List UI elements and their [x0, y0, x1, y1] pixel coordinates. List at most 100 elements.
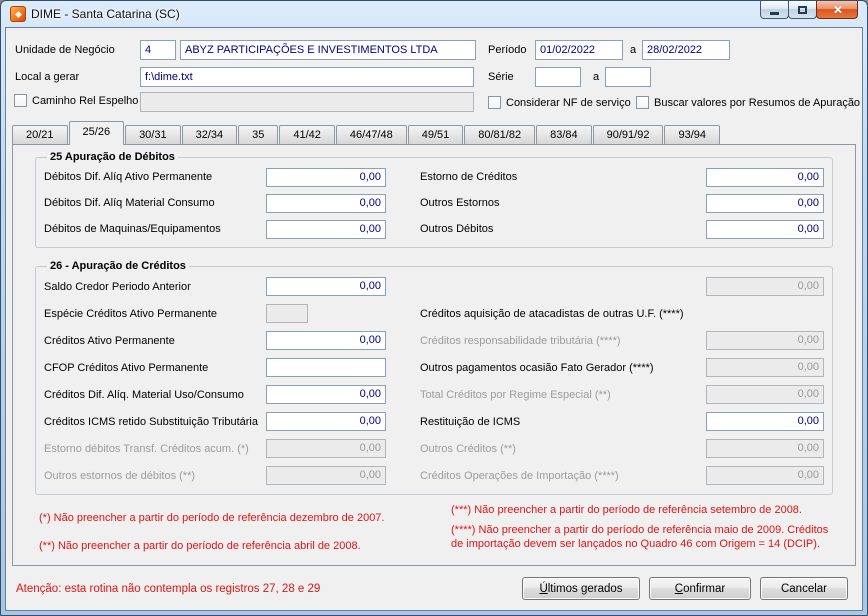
unidade-negocio-name-field[interactable]: ABYZ PARTICIPAÇÕES E INVESTIMENTOS LTDA	[180, 40, 476, 60]
field-row: Créditos Dif. Alíq. Material Uso/Consumo…	[44, 381, 824, 408]
amount-field[interactable]: 0,00	[266, 385, 386, 404]
field-label: Restituição de ICMS	[420, 415, 521, 428]
buscar-resumos-checkbox[interactable]: Buscar valores por Resumos de Apuração	[636, 96, 860, 109]
especie-field	[266, 304, 308, 323]
tab-35[interactable]: 35	[238, 125, 279, 144]
minimize-icon	[770, 11, 779, 15]
amount-field[interactable]: 0,00	[266, 412, 386, 431]
cancelar-button[interactable]: Cancelar	[760, 577, 848, 600]
field-label: Espécie Créditos Ativo Permanente	[44, 307, 218, 320]
ultimos-gerados-button[interactable]: Últimos gerados	[522, 577, 640, 600]
considerar-nf-servico-checkbox[interactable]: Considerar NF de serviço	[488, 96, 631, 109]
field-label: Créditos aquisição de atacadistas de out…	[420, 307, 684, 320]
amount-field[interactable]: 0,00	[706, 167, 824, 187]
dialog-window: DIME - Santa Catarina (SC) Unidade de Ne…	[0, 0, 868, 616]
amount-field[interactable]: 0,00	[706, 193, 824, 213]
tab-30-31[interactable]: 30/31	[125, 125, 181, 144]
tab-25-26[interactable]: 25/26	[68, 121, 125, 145]
quadro-25-title: 25 Apuração de Débitos	[50, 151, 175, 163]
amount-field[interactable]: 0,00	[706, 412, 824, 431]
periodo-start-field[interactable]: 01/02/2022	[535, 40, 623, 60]
unidade-negocio-label: Unidade de Negócio	[15, 44, 115, 56]
serie-end-field[interactable]	[605, 67, 651, 87]
field-row: Débitos Dif. Alíq Material Consumo 0,00 …	[44, 190, 824, 216]
tab-80-81-82[interactable]: 80/81/82	[464, 125, 536, 144]
amount-field[interactable]: 0,00	[266, 193, 386, 213]
serie-label: Série	[488, 71, 514, 83]
amount-field: 0,00	[706, 277, 824, 296]
cfop-field[interactable]	[266, 358, 386, 377]
amount-field: 0,00	[706, 331, 824, 350]
field-label: CFOP Créditos Ativo Permanente	[44, 361, 209, 374]
tab-90-91-92[interactable]: 90/91/92	[592, 125, 664, 144]
close-icon	[832, 4, 843, 15]
field-label: Créditos Operações de Importação (****)	[420, 469, 619, 482]
field-label: Créditos Ativo Permanente	[44, 334, 175, 347]
amount-field[interactable]: 0,00	[706, 219, 824, 239]
footnotes: (*) Não preencher a partir do período de…	[39, 503, 843, 553]
amount-field: 0,00	[266, 466, 386, 485]
window-controls	[760, 1, 858, 19]
dialog-client-area: Unidade de Negócio 4 ABYZ PARTICIPAÇÕES …	[5, 27, 863, 611]
field-row: Estorno débitos Transf. Créditos acum. (…	[44, 435, 824, 462]
tab-93-94[interactable]: 93/94	[664, 125, 720, 144]
footer-bar: Atenção: esta rotina não contempla os re…	[16, 577, 848, 600]
tab-32-34[interactable]: 32/34	[181, 125, 238, 144]
checkbox-label: Caminho Rel Espelho	[32, 94, 139, 107]
serie-start-field[interactable]	[535, 67, 581, 87]
field-row: Créditos ICMS retido Substituição Tribut…	[44, 408, 824, 435]
footnote: (*) Não preencher a partir do período de…	[39, 512, 385, 524]
field-label: Estorno débitos Transf. Créditos acum. (…	[44, 442, 249, 455]
confirmar-button[interactable]: Confirmar	[649, 577, 751, 600]
periodo-separator: a	[630, 44, 637, 56]
quadro-25-groupbox: 25 Apuração de Débitos Débitos Dif. Alíq…	[35, 151, 833, 248]
field-row: Débitos de Maquinas/Equipamentos 0,00 Ou…	[44, 216, 824, 242]
footnotes-right-column: (***) Não preencher a partir do período …	[451, 503, 843, 553]
amount-field[interactable]: 0,00	[266, 277, 386, 296]
field-label: Outros Débitos	[420, 223, 494, 235]
field-label: Débitos Dif. Alíq Ativo Permanente	[44, 171, 213, 183]
periodo-label: Período	[488, 44, 527, 56]
titlebar: DIME - Santa Catarina (SC)	[5, 1, 863, 27]
minimize-button[interactable]	[760, 1, 789, 19]
tab-49-51[interactable]: 49/51	[407, 125, 464, 144]
tab-bar: 20/21 25/26 30/31 32/34 35 41/42 46/47/4…	[6, 121, 862, 145]
field-label: Outros pagamentos ocasião Fato Gerador (…	[420, 361, 654, 374]
field-row: Outros estornos de débitos (**) 0,00 Cré…	[44, 462, 824, 489]
caminho-rel-espelho-checkbox[interactable]: Caminho Rel Espelho	[14, 94, 138, 107]
amount-field[interactable]: 0,00	[266, 331, 386, 350]
local-a-gerar-label: Local a gerar	[15, 71, 80, 83]
field-label: Outros Créditos (**)	[420, 442, 516, 455]
tab-46-47-48[interactable]: 46/47/48	[335, 125, 407, 144]
amount-field: 0,00	[266, 439, 386, 458]
field-label: Débitos Dif. Alíq Material Consumo	[44, 197, 215, 209]
unidade-negocio-code-field[interactable]: 4	[140, 40, 176, 60]
field-row: Créditos Ativo Permanente 0,00 Créditos …	[44, 327, 824, 354]
maximize-button[interactable]	[788, 1, 817, 19]
maximize-icon	[798, 5, 807, 14]
tab-83-84[interactable]: 83/84	[536, 125, 592, 144]
close-button[interactable]	[816, 1, 858, 19]
caminho-rel-espelho-field	[140, 92, 474, 112]
serie-separator: a	[593, 71, 600, 83]
field-label: Créditos responsabilidade tributária (**…	[420, 334, 621, 347]
checkbox-box	[14, 94, 27, 107]
periodo-end-field[interactable]: 28/02/2022	[642, 40, 730, 60]
checkbox-box	[488, 96, 501, 109]
amount-field[interactable]: 0,00	[266, 219, 386, 239]
window-title: DIME - Santa Catarina (SC)	[31, 7, 180, 21]
footnote: (**) Não preencher a partir do período d…	[39, 540, 361, 552]
field-label: Saldo Credor Periodo Anterior	[44, 280, 191, 293]
field-label: Créditos Dif. Alíq. Material Uso/Consumo	[44, 388, 244, 401]
field-label: Outros Estornos	[420, 197, 500, 209]
header-form: Unidade de Negócio 4 ABYZ PARTICIPAÇÕES …	[6, 28, 862, 121]
amount-field: 0,00	[706, 385, 824, 404]
amount-field[interactable]: 0,00	[266, 167, 386, 187]
attention-text: Atenção: esta rotina não contempla os re…	[16, 582, 321, 595]
local-a-gerar-field[interactable]: f:\dime.txt	[140, 67, 474, 87]
tab-20-21[interactable]: 20/21	[12, 125, 68, 144]
tab-41-42[interactable]: 41/42	[279, 125, 335, 144]
amount-field: 0,00	[706, 439, 824, 458]
field-row: Espécie Créditos Ativo Permanente Crédit…	[44, 300, 824, 327]
amount-field: 0,00	[706, 466, 824, 485]
